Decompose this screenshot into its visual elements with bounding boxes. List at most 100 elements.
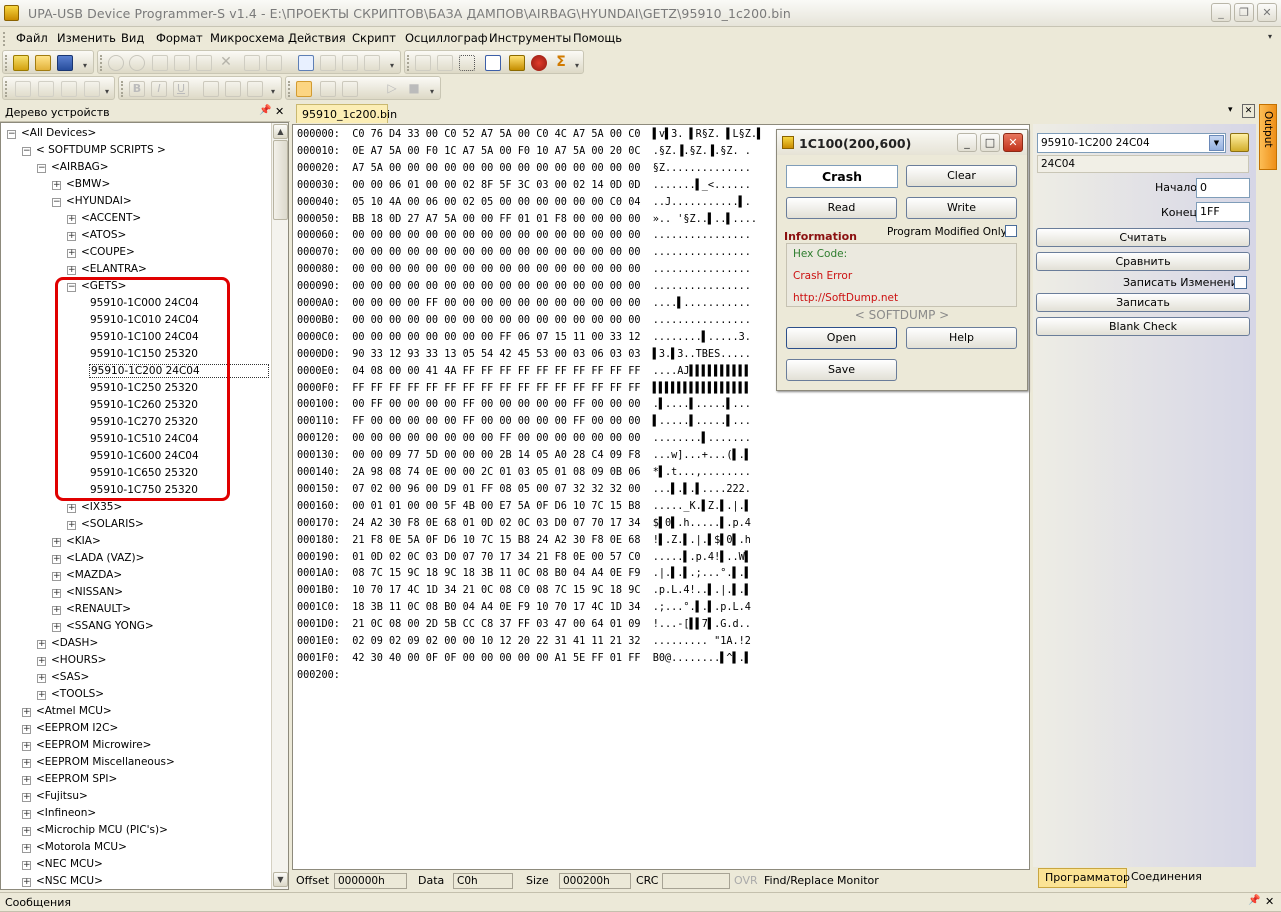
tree-node[interactable]: <RENAULT> bbox=[66, 603, 131, 615]
hex-row[interactable]: 000010: 0E A7 5A 00 F0 1C A7 5A 00 F0 10… bbox=[297, 146, 751, 157]
tree-node[interactable]: <Infineon> bbox=[36, 807, 96, 819]
tree-node[interactable]: <All Devices> bbox=[21, 127, 96, 139]
menu-actions[interactable]: Действия bbox=[288, 31, 346, 45]
bold-icon[interactable]: B bbox=[129, 81, 145, 97]
toolbar-chevron-icon[interactable]: ▾ bbox=[105, 87, 109, 96]
find-icon[interactable] bbox=[244, 55, 260, 71]
expand-icon[interactable]: + bbox=[67, 249, 76, 258]
hex-row[interactable]: 000030: 00 00 06 01 00 00 02 8F 5F 3C 03… bbox=[297, 180, 751, 191]
underline-icon[interactable]: U bbox=[173, 81, 189, 97]
tree-node[interactable]: < SOFTDUMP SCRIPTS > bbox=[36, 144, 166, 156]
toolbar-chevron-icon[interactable]: ▾ bbox=[83, 61, 87, 70]
hex-row[interactable]: 0000D0: 90 33 12 93 33 13 05 54 42 45 53… bbox=[297, 349, 751, 360]
convert-icon[interactable] bbox=[364, 55, 380, 71]
tree-node[interactable]: <NSC MCU> bbox=[36, 875, 103, 887]
save-button[interactable]: Save bbox=[786, 359, 897, 381]
replace-icon[interactable] bbox=[266, 55, 282, 71]
expand-icon[interactable]: + bbox=[67, 232, 76, 241]
tools-icon[interactable] bbox=[509, 55, 525, 71]
menu-chip[interactable]: Микросхема bbox=[210, 31, 285, 45]
close-icon[interactable]: ✕ bbox=[275, 105, 284, 118]
minimize-button[interactable]: _ bbox=[1211, 3, 1231, 22]
hex-row[interactable]: 0000B0: 00 00 00 00 00 00 00 00 00 00 00… bbox=[297, 315, 751, 326]
tab-programmer[interactable]: Программатор bbox=[1038, 868, 1130, 888]
scroll-down-icon[interactable]: ▼ bbox=[273, 872, 288, 887]
measure-icon[interactable] bbox=[342, 81, 358, 97]
tree-node[interactable]: <HOURS> bbox=[51, 654, 106, 666]
toolbar-chevron-icon[interactable]: ▾ bbox=[390, 61, 394, 70]
hex-row[interactable]: 0001E0: 02 09 02 09 02 00 00 10 12 20 22… bbox=[297, 636, 751, 647]
menu-tools[interactable]: Инструменты bbox=[489, 31, 571, 45]
binary-icon[interactable] bbox=[342, 55, 358, 71]
crosshair-icon[interactable] bbox=[84, 81, 100, 97]
pointer-icon[interactable] bbox=[15, 81, 31, 97]
hex-row[interactable]: 000040: 05 10 4A 00 06 00 02 05 00 00 00… bbox=[297, 197, 751, 208]
menu-format[interactable]: Формат bbox=[156, 31, 203, 45]
new-icon[interactable] bbox=[13, 55, 29, 71]
write-button[interactable]: Write bbox=[906, 197, 1017, 219]
end-input[interactable]: 1FF bbox=[1196, 202, 1250, 222]
copy-icon[interactable] bbox=[174, 55, 190, 71]
tab-list-icon[interactable]: ▾ bbox=[1228, 105, 1240, 119]
tree-node[interactable]: <COUPE> bbox=[81, 246, 135, 258]
expand-icon[interactable]: + bbox=[52, 606, 61, 615]
write-changes-checkbox[interactable] bbox=[1234, 276, 1247, 289]
read-button[interactable]: Read bbox=[786, 197, 897, 219]
chip-read-icon[interactable] bbox=[415, 55, 431, 71]
maximize-button[interactable]: ❐ bbox=[1234, 3, 1254, 22]
italic-icon[interactable]: I bbox=[151, 81, 167, 97]
open-folder-icon[interactable] bbox=[35, 55, 51, 71]
softdump-link[interactable]: http://SoftDump.net bbox=[793, 292, 898, 304]
hex-row[interactable]: 000060: 00 00 00 00 00 00 00 00 00 00 00… bbox=[297, 230, 751, 241]
collapse-icon[interactable]: − bbox=[22, 147, 31, 156]
find-replace-link[interactable]: Find/Replace bbox=[764, 874, 834, 887]
tree-node[interactable]: <EEPROM Miscellaneous> bbox=[36, 756, 175, 768]
hex-row[interactable]: 000190: 01 0D 02 0C 03 D0 07 70 17 34 21… bbox=[297, 552, 751, 563]
menu-view[interactable]: Вид bbox=[121, 31, 144, 45]
hex-row[interactable]: 0000C0: 00 00 00 00 00 00 00 00 FF 06 07… bbox=[297, 332, 751, 343]
tree-node[interactable]: <SAS> bbox=[51, 671, 89, 683]
expand-icon[interactable]: + bbox=[22, 793, 31, 802]
hex-row[interactable]: 000020: A7 5A 00 00 00 00 00 00 00 00 00… bbox=[297, 163, 751, 174]
menu-script[interactable]: Скрипт bbox=[352, 31, 396, 45]
expand-icon[interactable]: + bbox=[22, 861, 31, 870]
tree-node[interactable]: <EEPROM Microwire> bbox=[36, 739, 151, 751]
close-icon[interactable]: ✕ bbox=[1265, 895, 1274, 908]
expand-icon[interactable]: + bbox=[22, 708, 31, 717]
toolbar-chevron-icon[interactable]: ▾ bbox=[271, 87, 275, 96]
tree-node[interactable]: <Fujitsu> bbox=[36, 790, 88, 802]
align-center-icon[interactable] bbox=[225, 81, 241, 97]
compare-button[interactable]: Сравнить bbox=[1036, 252, 1250, 271]
expand-icon[interactable]: + bbox=[37, 657, 46, 666]
tree-node[interactable]: <ELANTRA> bbox=[81, 263, 147, 275]
sum-icon[interactable]: Σ bbox=[553, 55, 569, 71]
tree-node[interactable]: <Atmel MCU> bbox=[36, 705, 112, 717]
document-icon[interactable] bbox=[298, 55, 314, 71]
expand-icon[interactable]: + bbox=[22, 725, 31, 734]
menu-oscilloscope[interactable]: Осциллограф bbox=[405, 31, 488, 45]
hex-row[interactable]: 000140: 2A 98 08 74 0E 00 00 2C 01 03 05… bbox=[297, 467, 751, 478]
tree-node[interactable]: <TOOLS> bbox=[51, 688, 104, 700]
tree-node[interactable]: <DASH> bbox=[51, 637, 98, 649]
output-side-tab[interactable]: Output bbox=[1259, 104, 1277, 170]
expand-icon[interactable]: + bbox=[37, 691, 46, 700]
tab-close-icon[interactable]: ✕ bbox=[1242, 104, 1255, 118]
clear-button[interactable]: Clear bbox=[906, 165, 1017, 187]
open-button[interactable]: Open bbox=[786, 327, 897, 349]
tree-node[interactable]: <NEC MCU> bbox=[36, 858, 103, 870]
plugin-close-button[interactable]: ✕ bbox=[1003, 133, 1023, 152]
delete-icon[interactable]: ✕ bbox=[218, 55, 234, 71]
read-chip-button[interactable]: Считать bbox=[1036, 228, 1250, 247]
hex-row[interactable]: 000200: bbox=[297, 670, 340, 681]
align-right-icon[interactable] bbox=[247, 81, 263, 97]
bookmark-icon[interactable] bbox=[320, 55, 336, 71]
expand-icon[interactable]: + bbox=[52, 623, 61, 632]
expand-icon[interactable]: + bbox=[22, 759, 31, 768]
hex-row[interactable]: 000110: FF 00 00 00 00 00 FF 00 00 00 00… bbox=[297, 416, 751, 427]
hex-row[interactable]: 000100: 00 FF 00 00 00 00 FF 00 00 00 00… bbox=[297, 399, 751, 410]
toolbar-chevron-icon[interactable]: ▾ bbox=[575, 61, 579, 70]
expand-icon[interactable]: + bbox=[52, 572, 61, 581]
hex-row[interactable]: 000000: C0 76 D4 33 00 C0 52 A7 5A 00 C0… bbox=[297, 129, 763, 140]
browse-folder-icon[interactable] bbox=[1230, 133, 1249, 152]
tree-node[interactable]: <Motorola MCU> bbox=[36, 841, 127, 853]
